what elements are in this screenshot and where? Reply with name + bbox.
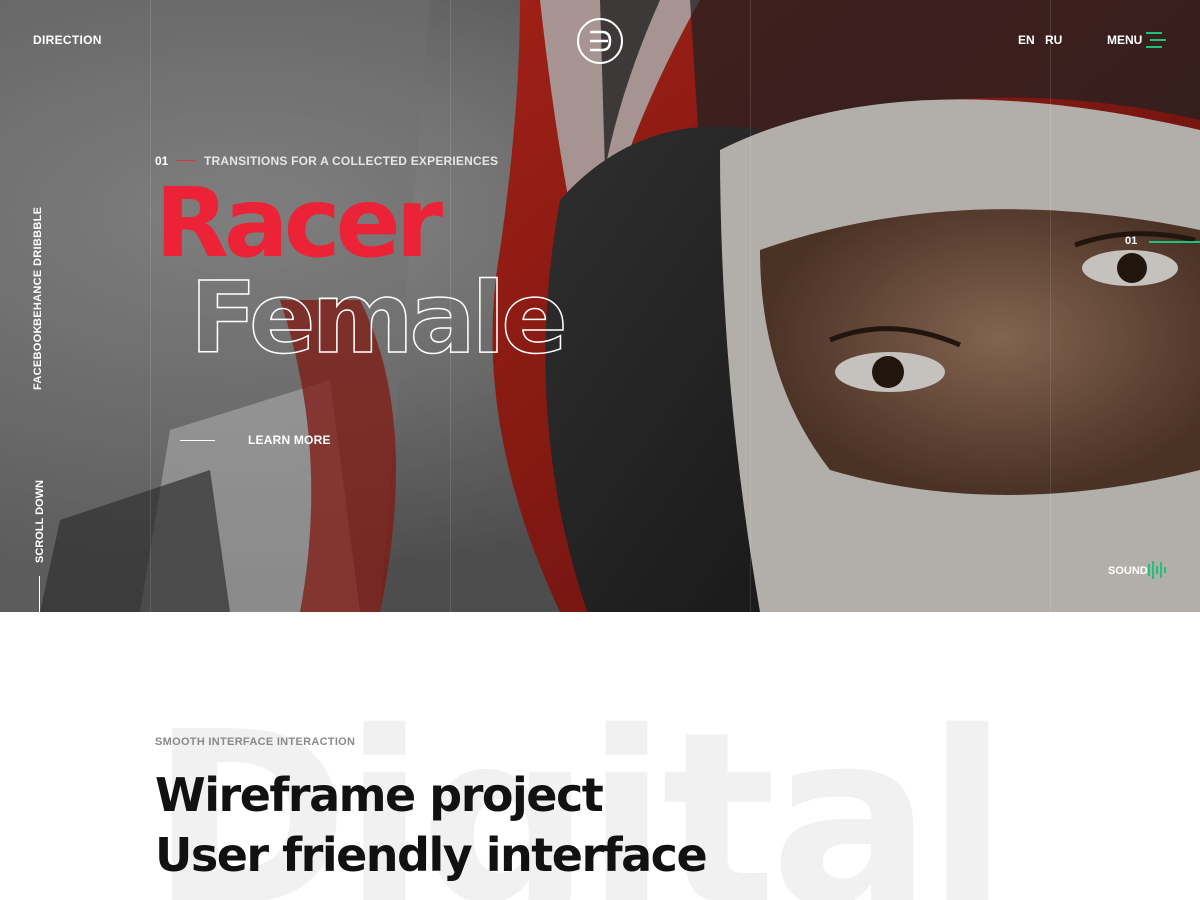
language-ru[interactable]: RU: [1045, 33, 1062, 47]
slide-number: 01: [155, 154, 169, 168]
scroll-down-link[interactable]: SCROLL DOWN: [34, 480, 46, 563]
menu-button[interactable]: MENU: [1107, 33, 1142, 47]
slide-divider: [177, 160, 195, 161]
section-kicker: SMOOTH INTERFACE INTERACTION: [155, 736, 356, 748]
grid-line: [150, 0, 151, 612]
social-link-behance[interactable]: BEHANCE: [32, 270, 44, 327]
side-slide-number[interactable]: 01: [1125, 235, 1137, 247]
section-heading-line-2: User friendly interface: [155, 828, 708, 882]
hero-section: DIRECTION EN RU MENU DRIBBBLE BEHANCE FA…: [0, 0, 1200, 612]
sound-toggle[interactable]: SOUND: [1108, 565, 1148, 577]
sound-wave-icon[interactable]: [1147, 560, 1167, 580]
d-letter-logo-icon[interactable]: [576, 17, 624, 65]
hamburger-menu-icon[interactable]: [1144, 31, 1168, 49]
scroll-indicator-line: [39, 576, 40, 612]
hero-title-outline: Female: [190, 261, 569, 365]
brand-name[interactable]: DIRECTION: [33, 33, 102, 47]
language-en[interactable]: EN: [1018, 33, 1035, 47]
social-link-facebook[interactable]: FACEBOOK: [32, 325, 44, 390]
learn-more-line: [180, 440, 215, 441]
hero-subtitle: TRANSITIONS FOR A COLLECTED EXPERIENCES: [204, 154, 499, 168]
social-link-dribbble[interactable]: DRIBBBLE: [32, 207, 44, 266]
hero-title-outline-text: Female: [190, 262, 564, 365]
slide-progress-line: [1149, 241, 1200, 243]
grid-line: [1050, 0, 1051, 612]
section-heading-line-1: Wireframe project: [155, 768, 604, 822]
learn-more-button[interactable]: LEARN MORE: [248, 433, 331, 447]
grid-line: [750, 0, 751, 612]
